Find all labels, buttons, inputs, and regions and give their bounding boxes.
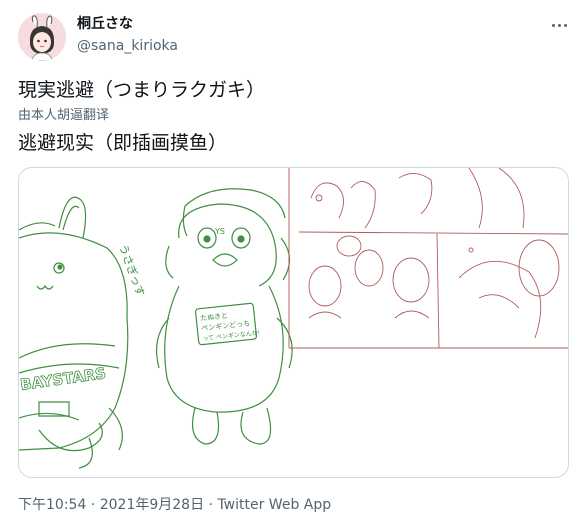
sign-line-1: たぬきと — [200, 312, 229, 323]
avatar-illustration — [18, 13, 66, 61]
media-image[interactable]: BAYSTARS うさぎっす YS たぬきと ペンギンどっち って ペンギンなん… — [18, 167, 569, 478]
tweet-date[interactable]: 2021年9月28日 — [100, 497, 204, 513]
avatar[interactable] — [18, 13, 66, 61]
manga-page-sketch — [288, 168, 568, 349]
meta-separator-2: · — [204, 497, 218, 513]
tweet-source[interactable]: Twitter Web App — [217, 497, 331, 513]
bunny-mascot-sketch — [19, 196, 129, 469]
tweet-meta: 下午10:54 · 2021年9月28日 · Twitter Web App — [18, 496, 331, 514]
tweet-time[interactable]: 下午10:54 — [18, 497, 86, 513]
sketch-image: BAYSTARS うさぎっす YS たぬきと ペンギンどっち って ペンギンなん… — [19, 168, 568, 469]
display-name[interactable]: 桐丘さな — [77, 15, 133, 33]
translated-by-label[interactable]: 由本人胡逼翻译 — [18, 108, 109, 124]
tweet-text: 現実逃避（つまりラクガキ） — [18, 79, 266, 101]
user-handle[interactable]: @sana_kirioka — [77, 37, 178, 55]
translated-text: 逃避现实（即插画摸鱼） — [18, 132, 228, 154]
baystars-scribble: BAYSTARS — [19, 364, 107, 394]
more-options-icon[interactable] — [548, 18, 570, 32]
meta-separator: · — [86, 497, 100, 513]
ys-cap-scribble: YS — [214, 227, 225, 236]
